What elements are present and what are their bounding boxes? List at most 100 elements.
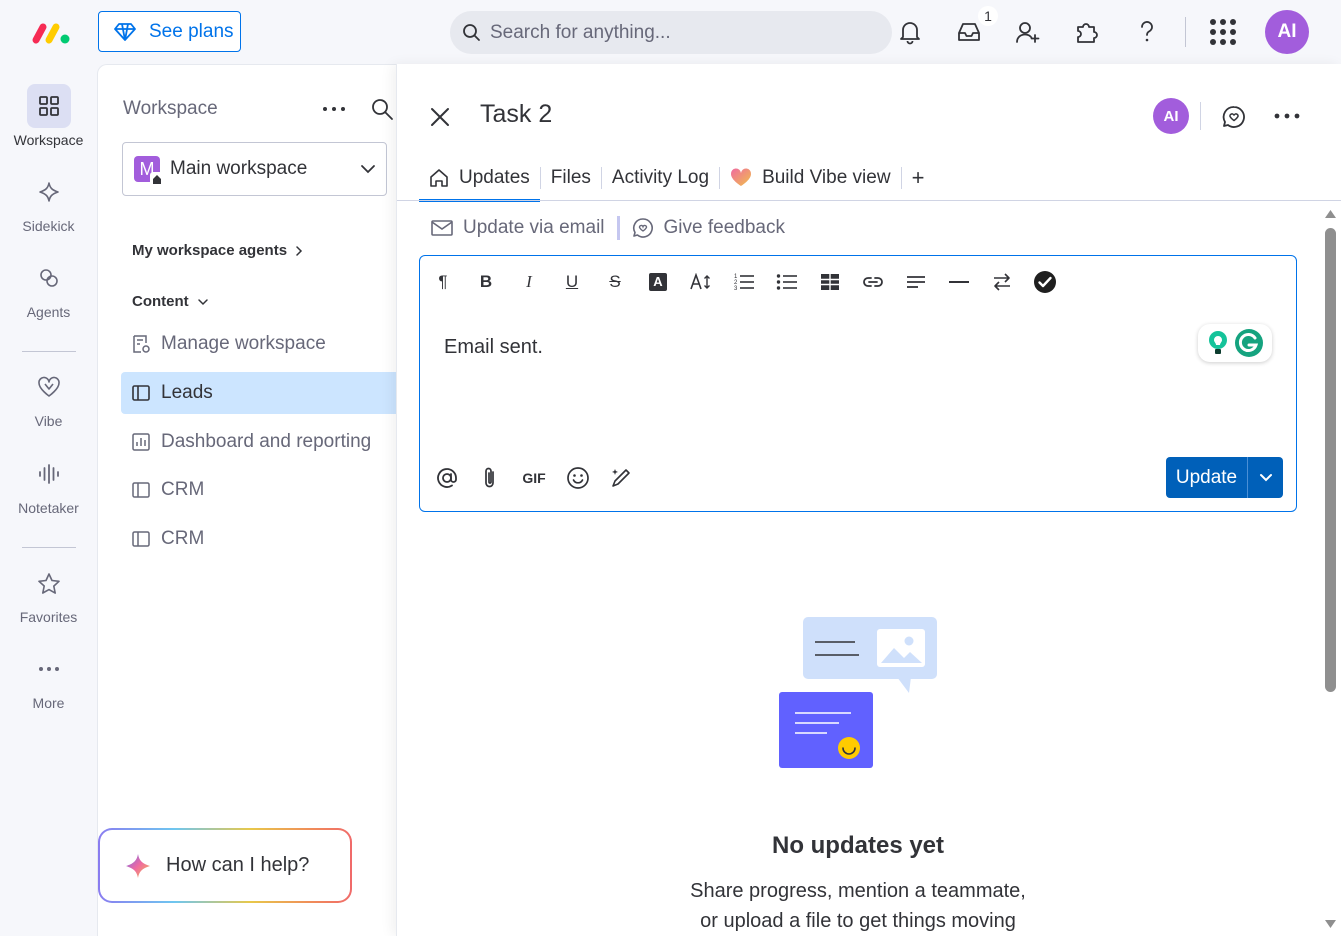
underline-icon[interactable]: U [559, 268, 585, 296]
rail-label: Sidekick [22, 218, 75, 234]
tab-activity-log[interactable]: Activity Log [602, 156, 719, 200]
global-search[interactable] [450, 11, 892, 54]
attachment-icon[interactable] [477, 464, 503, 492]
rail-item-more[interactable]: More [0, 647, 97, 711]
notifications-bell-icon[interactable] [895, 17, 925, 47]
integrations-puzzle-icon[interactable] [1072, 17, 1102, 47]
rail-label: Agents [26, 304, 71, 320]
empty-state-illustration [777, 617, 939, 769]
update-options-button[interactable] [1247, 457, 1283, 498]
rail-item-workspace[interactable]: Workspace [0, 84, 97, 148]
mention-icon[interactable] [434, 464, 460, 492]
text-color-icon[interactable]: A [645, 268, 671, 296]
grammarly-widget[interactable] [1198, 324, 1272, 362]
workspace-dropdown[interactable]: M Main workspace [122, 142, 387, 196]
direction-icon[interactable] [989, 268, 1015, 296]
bold-icon[interactable]: B [473, 268, 499, 296]
link-icon[interactable] [860, 268, 886, 296]
feedback-icon [632, 218, 653, 238]
font-size-icon[interactable] [688, 268, 714, 296]
update-editor[interactable]: ¶ B I U S A 123 Email sent. GIF Update [419, 255, 1297, 512]
rail-item-notetaker[interactable]: Notetaker [0, 452, 97, 516]
emoji-icon[interactable] [565, 464, 591, 492]
grid-icon [26, 84, 71, 128]
see-plans-button[interactable]: See plans [98, 11, 241, 52]
content-header-label: Content [132, 293, 189, 310]
gif-button[interactable]: GIF [520, 464, 548, 492]
close-icon[interactable] [427, 104, 453, 130]
add-view-button[interactable]: + [902, 156, 935, 200]
top-bar: See plans 1 AI [0, 0, 1341, 64]
scroll-up-arrow-icon [1325, 210, 1336, 218]
update-button[interactable]: Update [1166, 457, 1283, 498]
sidebar-item-manage-workspace[interactable]: Manage workspace [121, 323, 398, 365]
empty-state-line: Share progress, mention a teammate, [690, 880, 1026, 902]
vibe-heart-icon [731, 168, 752, 186]
rail-item-agents[interactable]: Agents [0, 256, 97, 320]
panel-scrollbar[interactable] [1323, 206, 1341, 936]
tab-build-vibe-view[interactable]: Build Vibe view [720, 156, 901, 200]
more-options-icon[interactable] [1273, 106, 1301, 126]
sidebar-item-dashboard[interactable]: Dashboard and reporting [121, 421, 398, 463]
sidebar-item-leads[interactable]: Leads [121, 372, 398, 414]
ai-write-icon[interactable] [608, 464, 634, 492]
manage-icon [133, 335, 150, 353]
search-icon[interactable] [370, 97, 394, 121]
tab-label: Build Vibe view [762, 167, 891, 188]
checklist-icon[interactable] [1032, 268, 1058, 296]
vibe-heart-icon [27, 365, 71, 409]
tab-files[interactable]: Files [541, 156, 601, 200]
panel-tabs: Updates Files Activity Log Build Vibe vi… [419, 156, 935, 202]
update-button-label[interactable]: Update [1166, 457, 1247, 498]
rail-item-favorites[interactable]: Favorites [0, 561, 97, 625]
content-section-toggle[interactable]: Content [132, 293, 209, 310]
ai-sparkle-icon [126, 853, 150, 878]
diamond-icon [114, 22, 136, 41]
scroll-thumb[interactable] [1325, 228, 1336, 692]
tab-label: Activity Log [611, 167, 710, 188]
board-icon [132, 385, 150, 401]
workspace-avatar: M [134, 156, 164, 186]
waveform-icon [27, 452, 71, 496]
ai-help-button[interactable]: How can I help? [98, 828, 352, 903]
tab-label: Files [550, 167, 591, 188]
divider-line-icon[interactable] [946, 268, 972, 296]
item-title[interactable]: Task 2 [480, 100, 552, 129]
grammarly-icon [1235, 329, 1263, 357]
invite-member-icon[interactable] [1013, 17, 1043, 47]
search-input[interactable] [490, 21, 870, 44]
my-workspace-agents-link[interactable]: My workspace agents [132, 242, 303, 259]
board-icon [132, 482, 150, 498]
rail-item-vibe[interactable]: Vibe [0, 365, 97, 429]
chat-icon[interactable] [1221, 104, 1247, 130]
rail-label: Favorites [19, 609, 78, 625]
rail-label: More [32, 695, 65, 711]
update-via-email-link[interactable]: Update via email [431, 217, 605, 239]
italic-icon[interactable]: I [516, 268, 542, 296]
sidebar-item-crm[interactable]: CRM [121, 469, 398, 511]
numbered-list-icon[interactable]: 123 [731, 268, 757, 296]
empty-state-title: No updates yet [771, 832, 945, 859]
more-options-icon[interactable] [320, 97, 348, 121]
strikethrough-icon[interactable]: S [602, 268, 628, 296]
see-plans-label: See plans [149, 20, 234, 42]
apps-grid-icon[interactable] [1208, 17, 1238, 47]
paragraph-icon[interactable]: ¶ [430, 268, 456, 296]
editor-toolbar: ¶ B I U S A 123 [430, 268, 1058, 296]
empty-state-line: or upload a file to get things moving [700, 910, 1016, 932]
home-icon [430, 169, 448, 187]
monday-logo[interactable] [30, 20, 72, 46]
table-icon[interactable] [817, 268, 843, 296]
align-icon[interactable] [903, 268, 929, 296]
user-avatar[interactable]: AI [1265, 10, 1309, 54]
help-question-icon[interactable] [1132, 17, 1162, 47]
assignee-avatar[interactable]: AI [1153, 98, 1189, 134]
give-feedback-link[interactable]: Give feedback [632, 217, 785, 239]
rail-item-sidekick[interactable]: Sidekick [0, 170, 97, 234]
sidebar-item-crm[interactable]: CRM [121, 518, 398, 560]
editor-content[interactable]: Email sent. [444, 336, 543, 359]
sublink-label: Update via email [463, 217, 605, 238]
bullet-list-icon[interactable] [774, 268, 800, 296]
dashboard-icon [132, 433, 150, 451]
tab-updates[interactable]: Updates [419, 156, 540, 202]
